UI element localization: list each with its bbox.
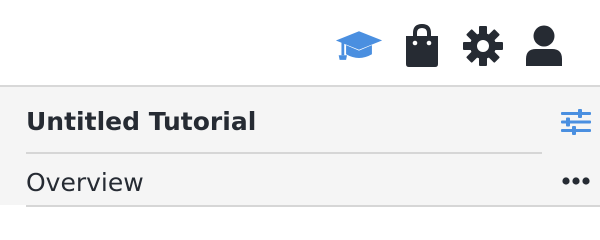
- more-horizontal-icon[interactable]: [558, 168, 594, 194]
- tutorial-title: Untitled Tutorial: [26, 107, 257, 136]
- gear-icon[interactable]: [459, 24, 507, 68]
- user-icon[interactable]: [520, 24, 568, 68]
- sliders-icon[interactable]: [559, 107, 593, 137]
- overview-label: Overview: [26, 168, 144, 197]
- row-divider: [26, 205, 600, 207]
- list-item-overview[interactable]: Overview: [0, 154, 600, 207]
- graduation-cap-icon[interactable]: [335, 24, 383, 68]
- tutorial-panel: Untitled Tutorial Overview: [0, 85, 600, 207]
- panel-header: Untitled Tutorial: [0, 87, 600, 153]
- shopping-bag-icon[interactable]: [398, 24, 446, 68]
- top-toolbar: [0, 0, 600, 85]
